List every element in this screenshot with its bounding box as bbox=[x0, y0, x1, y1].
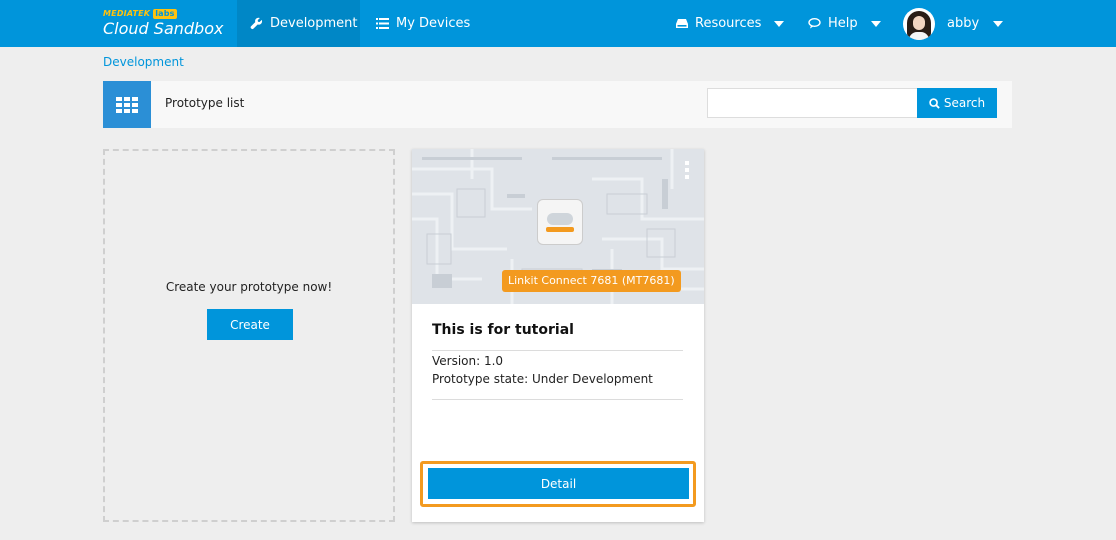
search-icon bbox=[929, 97, 940, 109]
drive-icon bbox=[676, 19, 688, 28]
wrench-icon bbox=[250, 17, 263, 30]
divider bbox=[432, 399, 683, 400]
divider bbox=[432, 350, 683, 351]
nav-my-devices-label: My Devices bbox=[396, 16, 471, 31]
user-menu[interactable]: abby bbox=[903, 0, 1004, 47]
user-name: abby bbox=[947, 16, 980, 31]
chip-badge: Linkit Connect 7681 (MT7681) bbox=[502, 270, 681, 292]
prototype-state: Prototype state: Under Development bbox=[432, 372, 653, 386]
search-button[interactable]: Search bbox=[917, 88, 997, 118]
chevron-down-icon bbox=[870, 20, 881, 27]
nav-resources[interactable]: Resources bbox=[676, 0, 785, 47]
nav-help[interactable]: Help bbox=[808, 0, 881, 47]
list-icon bbox=[376, 18, 389, 29]
create-prompt: Create your prototype now! bbox=[165, 280, 333, 294]
brand-company: MEDIATEK labs bbox=[103, 9, 223, 19]
avatar bbox=[903, 7, 935, 40]
prototype-title: This is for tutorial bbox=[432, 322, 574, 338]
nav-resources-label: Resources bbox=[695, 16, 762, 31]
nav-development[interactable]: Development bbox=[237, 0, 360, 47]
create-prototype-card: Create your prototype now! Create bbox=[103, 149, 395, 522]
brand-labs-badge: labs bbox=[153, 9, 177, 19]
chevron-down-icon bbox=[993, 20, 1004, 27]
kebab-menu-icon[interactable] bbox=[685, 161, 689, 179]
prototype-list-header: Prototype list Search bbox=[103, 81, 1012, 128]
nav-help-label: Help bbox=[828, 16, 858, 31]
nav-my-devices[interactable]: My Devices bbox=[376, 0, 470, 47]
search-button-label: Search bbox=[943, 96, 986, 110]
chip-illustration bbox=[537, 199, 583, 245]
nav-development-label: Development bbox=[270, 16, 358, 31]
top-navbar: MEDIATEK labs Cloud Sandbox Development … bbox=[0, 0, 1116, 47]
breadcrumb[interactable]: Development bbox=[103, 55, 184, 69]
brand-product-name: Cloud Sandbox bbox=[103, 19, 224, 38]
page-title: Prototype list bbox=[165, 96, 245, 110]
search-input[interactable] bbox=[707, 88, 918, 118]
prototype-card: Linkit Connect 7681 (MT7681) This is for… bbox=[412, 149, 704, 522]
chevron-down-icon bbox=[774, 20, 785, 27]
brand-company-text: MEDIATEK bbox=[103, 9, 151, 18]
brand-logo[interactable]: MEDIATEK labs Cloud Sandbox bbox=[103, 9, 223, 39]
detail-button[interactable]: Detail bbox=[428, 468, 689, 499]
prototype-board-image[interactable]: Linkit Connect 7681 (MT7681) bbox=[412, 149, 704, 304]
grid-icon bbox=[103, 81, 151, 128]
prototype-version: Version: 1.0 bbox=[432, 354, 504, 368]
chat-icon bbox=[808, 18, 821, 29]
create-button[interactable]: Create bbox=[207, 309, 293, 340]
